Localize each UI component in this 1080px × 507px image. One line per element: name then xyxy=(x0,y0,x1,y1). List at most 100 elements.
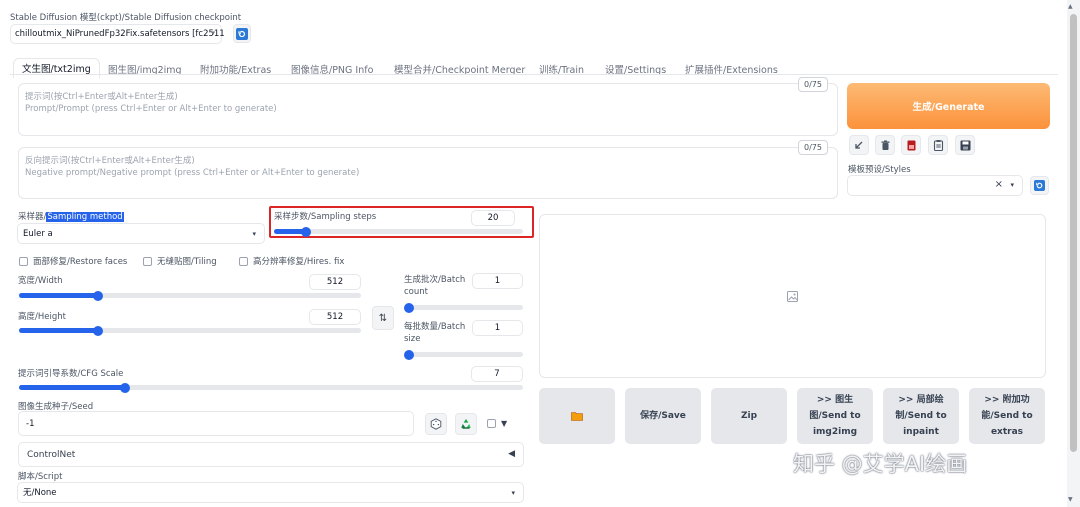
prompt-placeholder: 提示词(按Ctrl+Enter或Alt+Enter生成) Prompt/Prom… xyxy=(19,84,837,122)
batch-size-slider[interactable] xyxy=(404,349,523,360)
hires-fix-label: 高分辨率修复/Hires. fix xyxy=(253,257,345,267)
save-style-button[interactable] xyxy=(955,135,975,155)
batch-count-label-line1: 生成批次/Batch xyxy=(404,275,466,285)
open-folder-button[interactable] xyxy=(539,388,615,444)
checkbox-box[interactable] xyxy=(143,256,152,266)
prompt-placeholder-line2: Prompt/Prompt (press Ctrl+Enter or Alt+E… xyxy=(25,104,277,114)
styles-select[interactable]: × ▾ xyxy=(847,175,1023,196)
tab-txt2img[interactable]: 文生图/txt2img xyxy=(13,58,100,78)
height-input[interactable]: 512 xyxy=(309,309,361,325)
styles-label: 模板预设/Styles xyxy=(848,165,911,175)
extra-seed-toggle[interactable]: ▼ xyxy=(487,419,507,428)
cfg-slider[interactable] xyxy=(19,382,523,393)
tiling-checkbox[interactable]: 无缝贴图/Tiling xyxy=(143,255,217,267)
batch-size-label: 每批数量/Batch size xyxy=(404,321,465,345)
batch-count-label-line2: count xyxy=(404,287,428,297)
cfg-fill xyxy=(19,385,125,390)
batch-size-thumb[interactable] xyxy=(404,349,414,360)
scroll-up-icon[interactable]: ▲ xyxy=(1068,3,1073,10)
sampler-value: Euler a xyxy=(23,229,53,239)
send-to-extras-label: >> 附加功 能/Send to extras xyxy=(981,392,1032,440)
card-icon xyxy=(907,140,915,150)
send-to-inpaint-label: >> 局部绘 制/Send to inpaint xyxy=(895,392,946,440)
refresh-icon xyxy=(236,27,248,40)
width-fill xyxy=(19,293,98,298)
extra-networks-button[interactable] xyxy=(901,135,921,155)
send-to-img2img-line1: >> 图生 xyxy=(816,395,854,405)
sampling-steps-input[interactable]: 20 xyxy=(471,210,515,226)
checkbox-box[interactable] xyxy=(19,256,28,266)
apply-style-button[interactable] xyxy=(928,135,948,155)
restore-faces-checkbox[interactable]: 面部修复/Restore faces xyxy=(19,255,127,267)
swap-icon: ⇅ xyxy=(378,312,388,324)
width-slider[interactable] xyxy=(19,290,361,301)
random-seed-button[interactable] xyxy=(425,413,447,435)
prompt-placeholder-line1: 提示词(按Ctrl+Enter或Alt+Enter生成) xyxy=(25,92,178,102)
sampler-label: 采样器/Sampling method xyxy=(18,210,124,222)
tab-divider xyxy=(10,74,1058,75)
batch-size-label-line1: 每批数量/Batch xyxy=(404,322,466,332)
send-to-extras-button[interactable]: >> 附加功 能/Send to extras xyxy=(969,388,1045,444)
batch-size-input[interactable]: 1 xyxy=(472,320,523,336)
height-fill xyxy=(19,328,98,333)
chevron-left-icon: ◀ xyxy=(508,449,515,459)
height-slider[interactable] xyxy=(19,325,361,336)
cfg-input[interactable]: 7 xyxy=(471,366,523,382)
read-params-button[interactable] xyxy=(849,135,869,155)
close-icon[interactable]: × xyxy=(995,179,1003,190)
script-value: 无/None xyxy=(23,488,57,498)
script-select[interactable]: 无/None ▾ xyxy=(17,482,524,503)
controlnet-accordion[interactable]: ControlNet ◀ xyxy=(18,442,524,467)
prompt-textarea[interactable]: 提示词(按Ctrl+Enter或Alt+Enter生成) Prompt/Prom… xyxy=(18,83,838,136)
sampler-select[interactable]: Euler a ▾ xyxy=(17,223,265,244)
send-to-inpaint-button[interactable]: >> 局部绘 制/Send to inpaint xyxy=(883,388,959,444)
send-to-img2img-line2: 图/Send to xyxy=(809,411,861,421)
cfg-label: 提示词引导系数/CFG Scale xyxy=(18,369,124,379)
chevron-down-icon: ▾ xyxy=(211,29,215,37)
watermark: 知乎 @艾学AI绘画 xyxy=(793,452,968,476)
arrow-down-left-icon xyxy=(855,141,863,149)
tiling-label: 无缝贴图/Tiling xyxy=(157,257,217,267)
image-icon xyxy=(787,291,798,302)
width-input[interactable]: 512 xyxy=(309,274,361,290)
folder-icon xyxy=(571,412,583,421)
output-gallery xyxy=(539,214,1046,378)
scroll-down-icon[interactable]: ▼ xyxy=(1068,496,1073,503)
generate-button[interactable]: 生成/Generate xyxy=(847,83,1050,129)
script-label: 脚本/Script xyxy=(18,472,63,482)
cfg-thumb[interactable] xyxy=(119,382,130,393)
send-to-inpaint-line1: >> 局部绘 xyxy=(898,395,944,405)
sampling-steps-slider[interactable] xyxy=(274,226,523,237)
swap-dimensions-button[interactable]: ⇅ xyxy=(372,306,394,330)
negative-placeholder-line2: Negative prompt/Negative prompt (press C… xyxy=(25,168,360,178)
scrollbar[interactable]: ▲ ▼ xyxy=(1067,0,1080,507)
send-to-img2img-button[interactable]: >> 图生 图/Send to img2img xyxy=(797,388,873,444)
width-thumb[interactable] xyxy=(92,290,103,301)
batch-count-thumb[interactable] xyxy=(404,302,414,313)
save-button[interactable]: 保存/Save xyxy=(625,388,701,444)
refresh-styles-button[interactable] xyxy=(1030,176,1049,195)
send-to-img2img-label: >> 图生 图/Send to img2img xyxy=(809,392,860,440)
refresh-checkpoint-button[interactable] xyxy=(233,24,251,43)
seed-value: -1 xyxy=(26,419,35,429)
negative-prompt-placeholder: 反向提示词(按Ctrl+Enter或Alt+Enter生成) Negative … xyxy=(19,148,837,186)
height-label: 高度/Height xyxy=(18,312,66,322)
recycle-icon xyxy=(461,419,471,429)
width-label: 宽度/Width xyxy=(18,276,63,286)
seed-input[interactable]: -1 xyxy=(18,411,414,436)
batch-count-input[interactable]: 1 xyxy=(472,273,523,289)
restore-faces-label: 面部修复/Restore faces xyxy=(33,257,128,267)
sampling-steps-thumb[interactable] xyxy=(301,226,312,237)
clear-prompt-button[interactable] xyxy=(875,135,895,155)
zip-button[interactable]: Zip xyxy=(711,388,787,444)
reuse-seed-button[interactable] xyxy=(455,413,477,435)
scrollbar-thumb[interactable] xyxy=(1070,14,1077,452)
batch-count-slider[interactable] xyxy=(404,302,523,313)
checkbox-box[interactable] xyxy=(239,256,248,266)
checkpoint-select[interactable]: chilloutmix_NiPrunedFp32Fix.safetensors … xyxy=(10,24,225,44)
generate-label: 生成/Generate xyxy=(912,102,985,113)
negative-prompt-textarea[interactable]: 反向提示词(按Ctrl+Enter或Alt+Enter生成) Negative … xyxy=(18,147,838,199)
height-thumb[interactable] xyxy=(92,325,103,336)
checkbox-box[interactable] xyxy=(487,419,496,428)
hires-fix-checkbox[interactable]: 高分辨率修复/Hires. fix xyxy=(239,255,344,267)
